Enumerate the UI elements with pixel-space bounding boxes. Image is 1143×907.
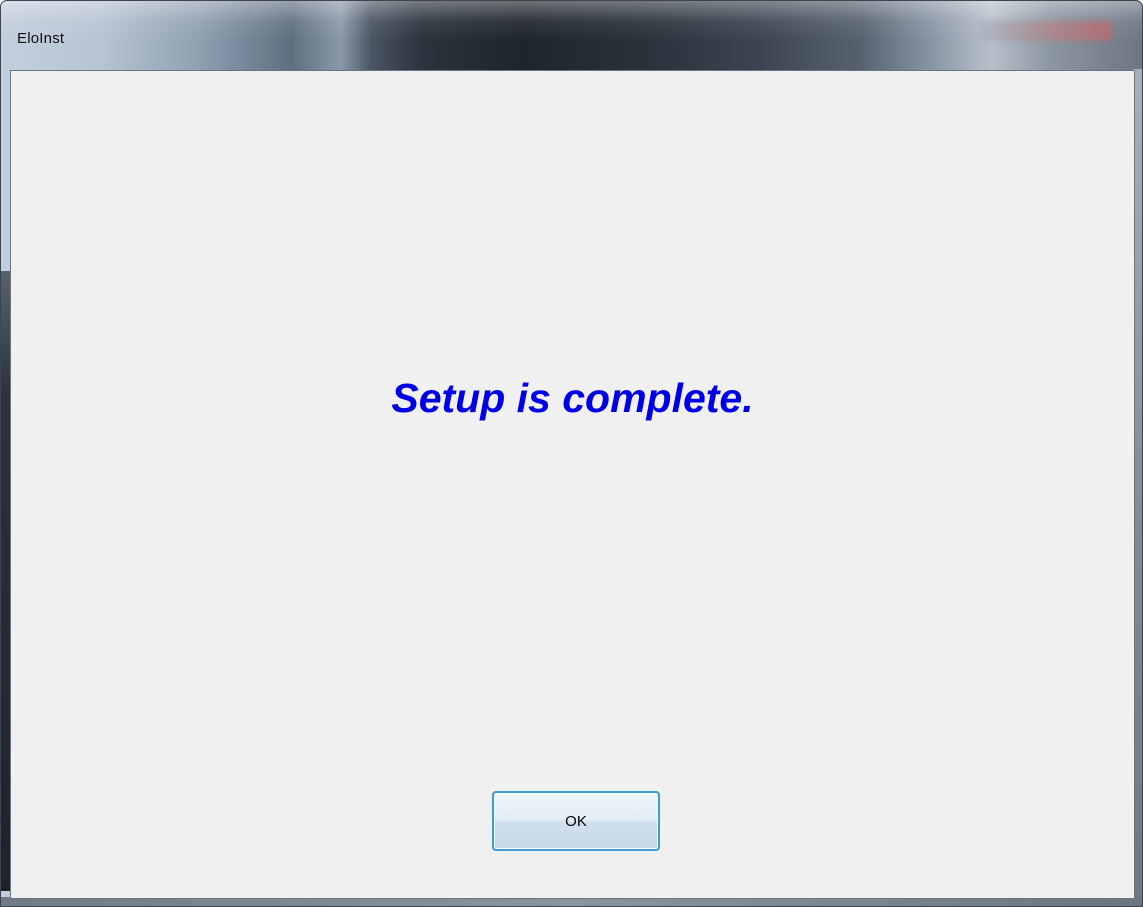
- installer-window: EloInst Setup is complete. OK: [0, 0, 1143, 907]
- setup-complete-message: Setup is complete.: [391, 375, 754, 421]
- ok-button[interactable]: OK: [492, 791, 660, 851]
- window-frame-left: [1, 271, 10, 891]
- dialog-client-area: Setup is complete. OK: [10, 70, 1135, 899]
- title-bar[interactable]: EloInst: [1, 1, 1142, 69]
- window-title: EloInst: [17, 30, 65, 47]
- window-controls[interactable]: [982, 21, 1112, 41]
